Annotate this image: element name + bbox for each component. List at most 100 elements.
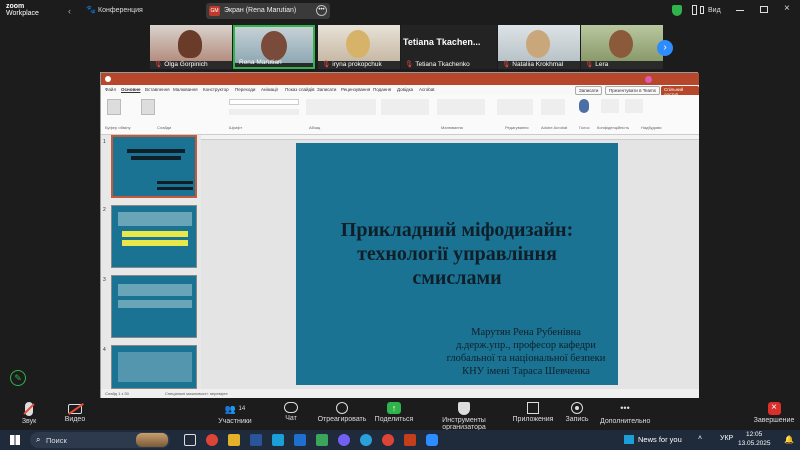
screen-share-indicator[interactable]: GM Экран (Rena Marutian) ••• — [206, 3, 330, 19]
slide-thumbnail-4[interactable] — [111, 345, 197, 389]
folder-icon[interactable] — [228, 434, 240, 446]
end-meeting-button[interactable]: × Завершение — [752, 402, 796, 424]
view-button[interactable]: Вид — [708, 7, 721, 14]
video-button[interactable]: Видео — [58, 402, 92, 423]
task-view-icon[interactable] — [184, 434, 196, 446]
participant-tile[interactable]: 🎙 Lera — [581, 25, 663, 69]
tab-transitions[interactable]: Переходи — [235, 87, 255, 92]
apps-button[interactable]: Приложения — [510, 402, 556, 423]
participant-tile[interactable]: 🎙 Nataliia Krokhmal — [498, 25, 580, 69]
slide-thumbnail-3[interactable] — [111, 275, 197, 338]
autosave-icon[interactable] — [105, 76, 111, 82]
reactions-button[interactable]: Отреагировать — [314, 402, 370, 423]
more-button[interactable]: ••• Дополнительно — [600, 402, 650, 425]
restore-icon[interactable] — [760, 6, 768, 13]
arrange-styles[interactable] — [437, 99, 485, 115]
next-page-icon[interactable]: › — [657, 40, 673, 56]
dictate-icon[interactable] — [579, 99, 589, 113]
viber-icon[interactable] — [338, 434, 350, 446]
slide-thumbnail-1[interactable] — [111, 135, 197, 198]
chevron-left-icon[interactable]: ‹ — [68, 6, 71, 16]
author-university: КНУ імені Тараса Шевченка — [462, 366, 590, 377]
addins-icon[interactable] — [625, 99, 643, 113]
new-slide-icon[interactable] — [141, 99, 155, 115]
chrome-icon[interactable] — [206, 434, 218, 446]
tab-review[interactable]: Рецензування — [341, 87, 370, 92]
windows-start-icon[interactable] — [10, 435, 20, 445]
tab-record[interactable]: Записати — [317, 87, 336, 92]
news-label[interactable]: News for you — [638, 435, 682, 444]
tab-draw[interactable]: Малювання — [173, 87, 198, 92]
word-icon[interactable] — [250, 434, 262, 446]
news-icon[interactable] — [624, 435, 634, 444]
shapes-gallery[interactable] — [381, 99, 429, 115]
edge-icon[interactable] — [272, 434, 284, 446]
sensitivity-icon[interactable] — [601, 99, 619, 113]
powerpoint-window: Файл Основне Вставлення Малювання Констр… — [100, 72, 699, 398]
tray-chevron-icon[interactable]: ˄ — [698, 435, 702, 442]
powerpoint-icon[interactable] — [404, 434, 416, 446]
record-button[interactable]: Запись — [562, 402, 592, 423]
tab-slideshow[interactable]: Показ слайдів — [285, 87, 314, 92]
clock-time[interactable]: 12:05 — [746, 431, 762, 438]
tab-help[interactable]: Довідка — [397, 87, 413, 92]
tab-animations[interactable]: Анімації — [261, 87, 278, 92]
participant-tile[interactable]: Tetiana Tkachen... 🎙 Tetiana Tkachenko — [401, 25, 497, 69]
language-indicator[interactable]: УКР — [720, 435, 733, 442]
tab-insert[interactable]: Вставлення — [145, 87, 170, 92]
record-button[interactable]: Записати — [575, 86, 603, 95]
apps-icon — [527, 402, 539, 414]
avatar[interactable] — [645, 76, 652, 83]
tab-view[interactable]: Подання — [373, 87, 391, 92]
tab-file[interactable]: Файл — [105, 87, 116, 92]
acrobat-tools[interactable] — [541, 99, 565, 115]
outlook-icon[interactable] — [294, 434, 306, 446]
thumb-title-line — [131, 156, 181, 160]
shield-icon[interactable] — [672, 5, 682, 16]
font-format-buttons[interactable] — [229, 109, 299, 115]
ruler — [201, 135, 699, 140]
accessibility-status[interactable]: Спеціальні можливості: перевірте — [165, 391, 228, 396]
author-department: глобальної та національної безпеки — [446, 353, 606, 364]
more-icon[interactable]: ••• — [316, 5, 327, 16]
tab-home[interactable]: Основне — [121, 87, 140, 92]
paragraph-controls[interactable] — [306, 99, 376, 115]
paste-icon[interactable] — [107, 99, 121, 115]
app-icon[interactable] — [316, 434, 328, 446]
audio-button[interactable]: Звук — [12, 402, 46, 425]
participant-video — [235, 27, 313, 63]
slide-title: Прикладний міфодизайн: технології управл… — [340, 219, 574, 289]
conference-label[interactable]: Конференция — [98, 7, 143, 14]
avatar — [346, 30, 370, 58]
mic-muted-icon: 🎙 — [154, 61, 163, 68]
close-icon[interactable]: × — [784, 3, 790, 14]
minimize-icon[interactable] — [736, 10, 744, 11]
clock-date[interactable]: 13.05.2025 — [738, 440, 771, 447]
annotate-icon[interactable]: ✎ — [10, 370, 26, 386]
chrome-icon-2[interactable] — [382, 434, 394, 446]
taskbar-search-box[interactable]: ⌕ Поиск — [30, 432, 170, 448]
host-tools-button[interactable]: Инструменты организатора — [420, 402, 508, 431]
participant-tile[interactable]: 🎙 iryna prokopchuk — [318, 25, 400, 69]
ribbon-group-addins: Надбудови — [641, 125, 662, 130]
tab-design[interactable]: Конструктор — [203, 87, 229, 92]
grid-view-icon-2 — [700, 6, 704, 14]
editing-tools[interactable] — [497, 99, 533, 115]
participants-button[interactable]: 👥 14 Участники — [210, 402, 260, 425]
notification-icon[interactable]: 🔔 — [784, 435, 794, 444]
participants-strip: 🎙 Olga Gorpinich Rena Marutian 🎙 iryna pro… — [0, 22, 800, 72]
telegram-icon[interactable] — [360, 434, 372, 446]
present-teams-button[interactable]: Презентувати в Teams — [605, 86, 660, 95]
share-badge: GM — [209, 6, 220, 16]
current-slide[interactable]: Прикладний міфодизайн: технології управл… — [296, 143, 618, 385]
avatar — [609, 30, 633, 58]
slide-thumbnail-2[interactable] — [111, 205, 197, 268]
participant-tile[interactable]: 🎙 Olga Gorpinich — [150, 25, 232, 69]
share-screen-button[interactable]: ↑ Поделиться — [372, 402, 416, 423]
tab-acrobat[interactable]: Acrobat — [419, 87, 435, 92]
font-name-field[interactable] — [229, 99, 299, 105]
zoom-icon[interactable] — [426, 434, 438, 446]
participant-tile-active[interactable]: Rena Marutian — [233, 25, 315, 69]
ribbon-group-slides: Слайди — [157, 125, 172, 130]
chat-button[interactable]: Чат — [278, 402, 304, 422]
